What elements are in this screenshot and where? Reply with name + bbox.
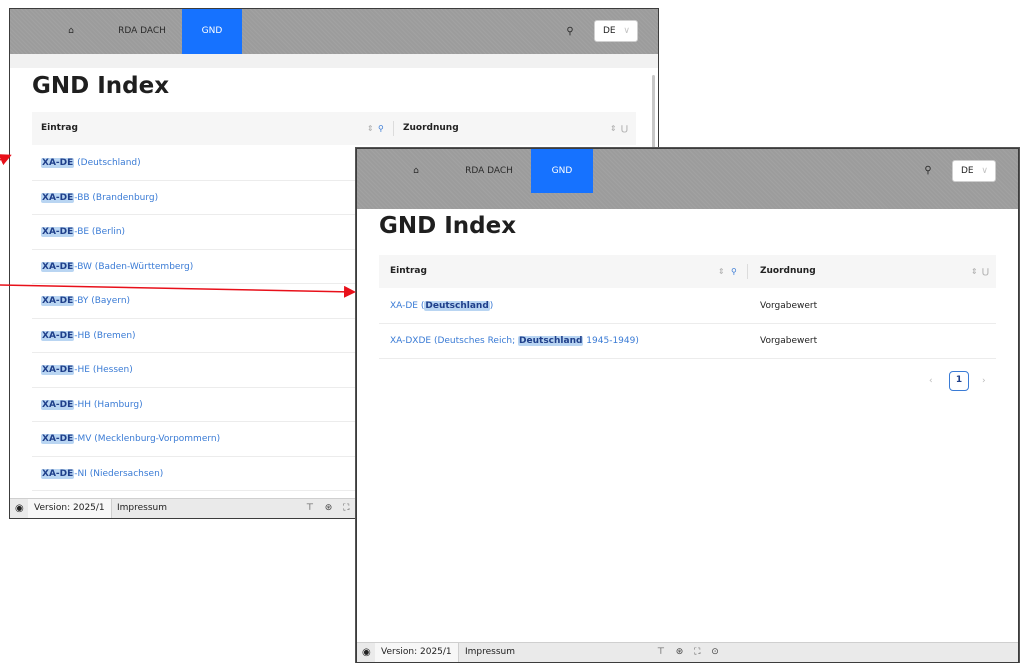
impressum-link[interactable]: Impressum bbox=[117, 499, 167, 518]
entry-link[interactable]: XA-DE-BE (Berlin) bbox=[41, 215, 125, 249]
nav-tab-gnd[interactable]: GND bbox=[182, 9, 242, 54]
entry-text: ) bbox=[489, 301, 494, 311]
entry-text: -BB (Brandenburg) bbox=[74, 192, 159, 203]
entry-text: -MV (Mecklenburg-Vorpommern) bbox=[74, 434, 221, 444]
pagination-prev-icon[interactable]: ‹ bbox=[929, 371, 933, 391]
entry-text: -BE (Berlin) bbox=[74, 227, 126, 237]
entry-text: XA-DXDE (Deutsches Reich; bbox=[390, 336, 519, 346]
entry-text: -HB (Bremen) bbox=[74, 330, 136, 341]
filter-icon[interactable]: ⋃ bbox=[621, 112, 628, 145]
search-highlight: XA-DE bbox=[41, 468, 75, 479]
front-window: ⌂ RDA DACH GND ⚲ DE ∨ GND Index Eintrag … bbox=[356, 148, 1019, 663]
entry-text: XA-DE ( bbox=[390, 301, 425, 311]
stage: ⌂ RDA DACH GND ⚲ DE ∨ GND Index Eintrag … bbox=[0, 0, 1022, 663]
page-title: GND Index bbox=[379, 213, 517, 239]
search-highlight: XA-DE bbox=[41, 158, 75, 168]
version-label: Version: 2025/1 bbox=[28, 499, 112, 518]
home-icon[interactable]: ⌂ bbox=[405, 149, 427, 209]
sort-icon[interactable]: ⇕ bbox=[971, 255, 978, 288]
pagination-next-icon[interactable]: › bbox=[982, 371, 986, 391]
page-title: GND Index bbox=[32, 73, 170, 99]
table-row: XA-DXDE (Deutsches Reich; Deutschland 19… bbox=[379, 324, 996, 359]
home-icon[interactable]: ⌂ bbox=[60, 9, 82, 54]
search-highlight: XA-DE bbox=[41, 192, 75, 203]
language-value: DE bbox=[961, 166, 974, 176]
search-highlight: XA-DE bbox=[41, 296, 75, 306]
version-label: Version: 2025/1 bbox=[375, 643, 459, 662]
search-highlight: XA-DE bbox=[41, 434, 75, 444]
search-highlight: XA-DE bbox=[41, 261, 75, 272]
column-search-icon[interactable]: ⚲ bbox=[731, 255, 737, 288]
entry-text: -HH (Hamburg) bbox=[74, 399, 143, 410]
github-icon[interactable]: ◉ bbox=[15, 499, 24, 518]
entry-text: -NI (Niedersachsen) bbox=[74, 468, 164, 479]
nav-tab-rda-dach[interactable]: RDA DACH bbox=[102, 9, 182, 54]
language-select[interactable]: DE ∨ bbox=[594, 20, 638, 42]
footer-tool-icons[interactable]: ⊤ ⊛ ⛶ ⊙ bbox=[657, 643, 723, 662]
search-highlight: XA-DE bbox=[41, 330, 75, 341]
table-row: XA-DE (Deutschland) Vorgabewert bbox=[379, 289, 996, 324]
nav-tab-rda-dach[interactable]: RDA DACH bbox=[449, 149, 529, 209]
arrow-to-back-row bbox=[0, 154, 12, 166]
entry-link[interactable]: XA-DE (Deutschland) bbox=[390, 289, 493, 323]
column-header-assignment[interactable]: Zuordnung bbox=[403, 112, 459, 145]
github-icon[interactable]: ◉ bbox=[362, 643, 371, 662]
filter-icon[interactable]: ⋃ bbox=[982, 255, 989, 288]
table-header: Eintrag ⇕ ⚲ Zuordnung ⇕ ⋃ bbox=[32, 112, 636, 145]
search-highlight: Deutschland bbox=[424, 301, 490, 311]
entry-link[interactable]: XA-DE-BW (Baden-Württemberg) bbox=[41, 250, 193, 284]
entry-link[interactable]: XA-DE-MV (Mecklenburg-Vorpommern) bbox=[41, 422, 220, 456]
top-nav: ⌂ RDA DACH GND ⚲ DE ∨ bbox=[10, 9, 658, 54]
pagination-page-1[interactable]: 1 bbox=[949, 371, 969, 391]
entry-link[interactable]: XA-DE-HE (Hessen) bbox=[41, 353, 133, 387]
assignment-value: Vorgabewert bbox=[760, 336, 818, 346]
column-header-assignment[interactable]: Zuordnung bbox=[760, 255, 816, 288]
assignment-value: Vorgabewert bbox=[760, 301, 818, 311]
search-highlight: XA-DE bbox=[41, 365, 75, 375]
language-value: DE bbox=[603, 26, 616, 36]
entry-link[interactable]: XA-DXDE (Deutsches Reich; Deutschland 19… bbox=[390, 324, 639, 358]
sort-icon[interactable]: ⇕ bbox=[610, 112, 617, 145]
entry-link[interactable]: XA-DE-BB (Brandenburg) bbox=[41, 181, 158, 215]
entry-link[interactable]: XA-DE-BY (Bayern) bbox=[41, 284, 130, 318]
column-divider bbox=[747, 264, 748, 279]
impressum-link[interactable]: Impressum bbox=[465, 643, 515, 662]
entry-text: -HE (Hessen) bbox=[74, 365, 133, 375]
pagination: ‹ 1 › bbox=[927, 371, 997, 391]
search-icon[interactable]: ⚲ bbox=[920, 149, 936, 193]
entry-link[interactable]: XA-DE-HH (Hamburg) bbox=[41, 388, 143, 422]
subheader-bar bbox=[10, 54, 658, 68]
footer: ◉ Version: 2025/1 Impressum ⊤ ⊛ ⛶ ⊙ bbox=[357, 642, 1018, 662]
search-highlight: Deutschland bbox=[518, 336, 584, 346]
language-select[interactable]: DE ∨ bbox=[952, 160, 996, 182]
search-icon[interactable]: ⚲ bbox=[562, 9, 578, 54]
column-header-entry[interactable]: Eintrag bbox=[41, 112, 78, 145]
sort-icon[interactable]: ⇕ bbox=[367, 112, 374, 145]
column-divider bbox=[393, 121, 394, 136]
search-highlight: XA-DE bbox=[41, 399, 75, 410]
entry-text: -BW (Baden-Württemberg) bbox=[74, 261, 194, 272]
sort-icon[interactable]: ⇕ bbox=[718, 255, 725, 288]
entry-link[interactable]: XA-DE-NI (Niedersachsen) bbox=[41, 457, 163, 491]
table-header: Eintrag ⇕ ⚲ Zuordnung ⇕ ⋃ bbox=[379, 255, 996, 288]
entry-link[interactable]: XA-DE (Deutschland) bbox=[41, 146, 141, 180]
column-search-icon[interactable]: ⚲ bbox=[378, 112, 384, 145]
top-nav: ⌂ RDA DACH GND ⚲ DE ∨ bbox=[357, 149, 1018, 209]
entry-link[interactable]: XA-DE-HB (Bremen) bbox=[41, 319, 136, 353]
entry-text: (Deutschland) bbox=[74, 158, 141, 168]
search-highlight: XA-DE bbox=[41, 227, 75, 237]
entry-text: 1945-1949) bbox=[583, 336, 639, 346]
column-header-entry[interactable]: Eintrag bbox=[390, 255, 427, 288]
nav-tab-gnd[interactable]: GND bbox=[531, 149, 593, 193]
chevron-down-icon: ∨ bbox=[623, 26, 630, 36]
chevron-down-icon: ∨ bbox=[981, 166, 988, 176]
entry-text: -BY (Bayern) bbox=[74, 296, 131, 306]
